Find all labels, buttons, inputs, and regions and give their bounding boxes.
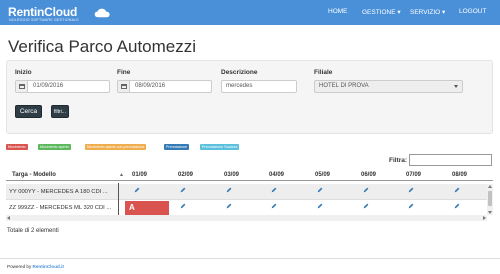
header-date[interactable]: 02/09 — [178, 172, 193, 178]
table-row: ZZ 999ZZ - MERCEDES ML 320 CDI ... — [6, 200, 487, 216]
filiale-select[interactable]: HOTEL DI PROVA — [314, 80, 463, 93]
pencil-icon[interactable] — [226, 187, 232, 193]
footer-divider — [0, 258, 500, 259]
filiale-value: HOTEL DI PROVA — [319, 83, 369, 89]
inizio-date-input[interactable]: 01/09/2016 — [15, 80, 110, 93]
scroll-up-icon[interactable] — [488, 185, 492, 188]
cerca-button[interactable]: Cerca — [15, 105, 42, 118]
page-title: Verifica Parco Automezzi — [8, 37, 197, 56]
booking-marker: A — [129, 203, 135, 212]
header-divider — [6, 180, 493, 181]
pencil-icon[interactable] — [317, 187, 323, 193]
pencil-icon[interactable] — [271, 187, 277, 193]
pencil-icon[interactable] — [454, 203, 460, 209]
nav-logout[interactable]: LOGOUT — [459, 8, 486, 15]
nav-gestione[interactable]: GESTIONE ▾ — [362, 8, 401, 16]
pencil-icon[interactable] — [271, 203, 277, 209]
footer-brand-link[interactable]: RentinCloud.it — [33, 264, 64, 269]
nav-servizio-label: SERVIZIO — [410, 9, 441, 16]
descrizione-input[interactable]: mercedes — [221, 80, 297, 93]
inizio-label: Inizio — [15, 69, 32, 76]
header-date[interactable]: 06/09 — [361, 172, 376, 178]
filtra-input[interactable] — [409, 154, 492, 166]
brand-subtitle: NOLEGGIO SOFTWARE GESTIONALE — [9, 18, 79, 22]
calendar-icon[interactable] — [16, 81, 28, 92]
pencil-icon[interactable] — [317, 203, 323, 209]
column-divider — [118, 183, 119, 215]
legend-badge: Movimento — [6, 144, 28, 150]
sort-icon[interactable]: ▲ — [119, 172, 124, 178]
horizontal-scrollbar[interactable] — [6, 215, 487, 221]
header-date[interactable]: 04/09 — [269, 172, 284, 178]
header-date[interactable]: 03/09 — [224, 172, 239, 178]
vertical-scrollbar[interactable] — [487, 184, 493, 215]
nav-servizio[interactable]: SERVIZIO ▾ — [410, 8, 445, 16]
booking-cell[interactable]: A — [125, 201, 169, 215]
descrizione-label: Descrizione — [221, 69, 258, 76]
row-model: YY 000YY - MERCEDES A 180 CDI ... — [9, 189, 108, 195]
pencil-icon[interactable] — [180, 203, 186, 209]
pencil-icon[interactable] — [226, 203, 232, 209]
pencil-icon[interactable] — [134, 187, 140, 193]
header-date[interactable]: 01/09 — [132, 172, 147, 178]
scroll-right-icon[interactable] — [483, 216, 486, 220]
pencil-icon[interactable] — [180, 187, 186, 193]
header-date[interactable]: 08/09 — [452, 172, 467, 178]
pencil-icon[interactable] — [363, 203, 369, 209]
fine-date-input[interactable]: 08/09/2016 — [117, 80, 212, 93]
filter-panel: Inizio 01/09/2016 Fine 08/09/2016 Descri… — [6, 60, 493, 134]
nav-gestione-label: GESTIONE — [362, 9, 396, 16]
legend-badge: Movimento aperto — [38, 144, 71, 150]
chevron-down-icon — [454, 85, 458, 88]
calendar-icon[interactable] — [118, 81, 130, 92]
pencil-icon[interactable] — [408, 187, 414, 193]
pencil-icon[interactable] — [454, 187, 460, 193]
fine-value: 08/09/2016 — [135, 83, 166, 89]
brand-name: RentinCloud — [8, 5, 78, 19]
row-model: ZZ 999ZZ - MERCEDES ML 320 CDI ... — [9, 205, 112, 211]
legend-badge: Prenotazione Scaduta — [200, 144, 240, 150]
legend-badge: Movimento aperto con prenotazione — [85, 144, 147, 150]
total-count: Totale di 2 elementi — [7, 228, 59, 234]
scroll-left-icon[interactable] — [7, 216, 10, 220]
nav-home[interactable]: HOME — [328, 8, 348, 15]
footer-text: Powered by — [7, 264, 33, 269]
header-date[interactable]: 05/09 — [315, 172, 330, 178]
footer: Powered by RentinCloud.it — [7, 264, 64, 269]
filiale-label: Filiale — [314, 69, 333, 76]
navbar: RentinCloud NOLEGGIO SOFTWARE GESTIONALE… — [0, 0, 500, 25]
pencil-icon[interactable] — [363, 187, 369, 193]
header-targa-modello[interactable]: Targa - Modello — [12, 172, 56, 178]
pencil-icon[interactable] — [408, 203, 414, 209]
cloud-icon — [94, 8, 110, 18]
legend-badge: Prenotazione — [164, 144, 190, 150]
table-row: YY 000YY - MERCEDES A 180 CDI ... — [6, 184, 487, 200]
header-date[interactable]: 07/09 — [406, 172, 421, 178]
filtri-button[interactable]: filtri... — [51, 105, 69, 118]
scroll-thumb[interactable] — [488, 191, 492, 206]
scroll-down-icon[interactable] — [488, 211, 492, 214]
fine-label: Fine — [117, 69, 131, 76]
inizio-value: 01/09/2016 — [33, 83, 64, 89]
filtra-label: Filtra: — [389, 157, 408, 164]
